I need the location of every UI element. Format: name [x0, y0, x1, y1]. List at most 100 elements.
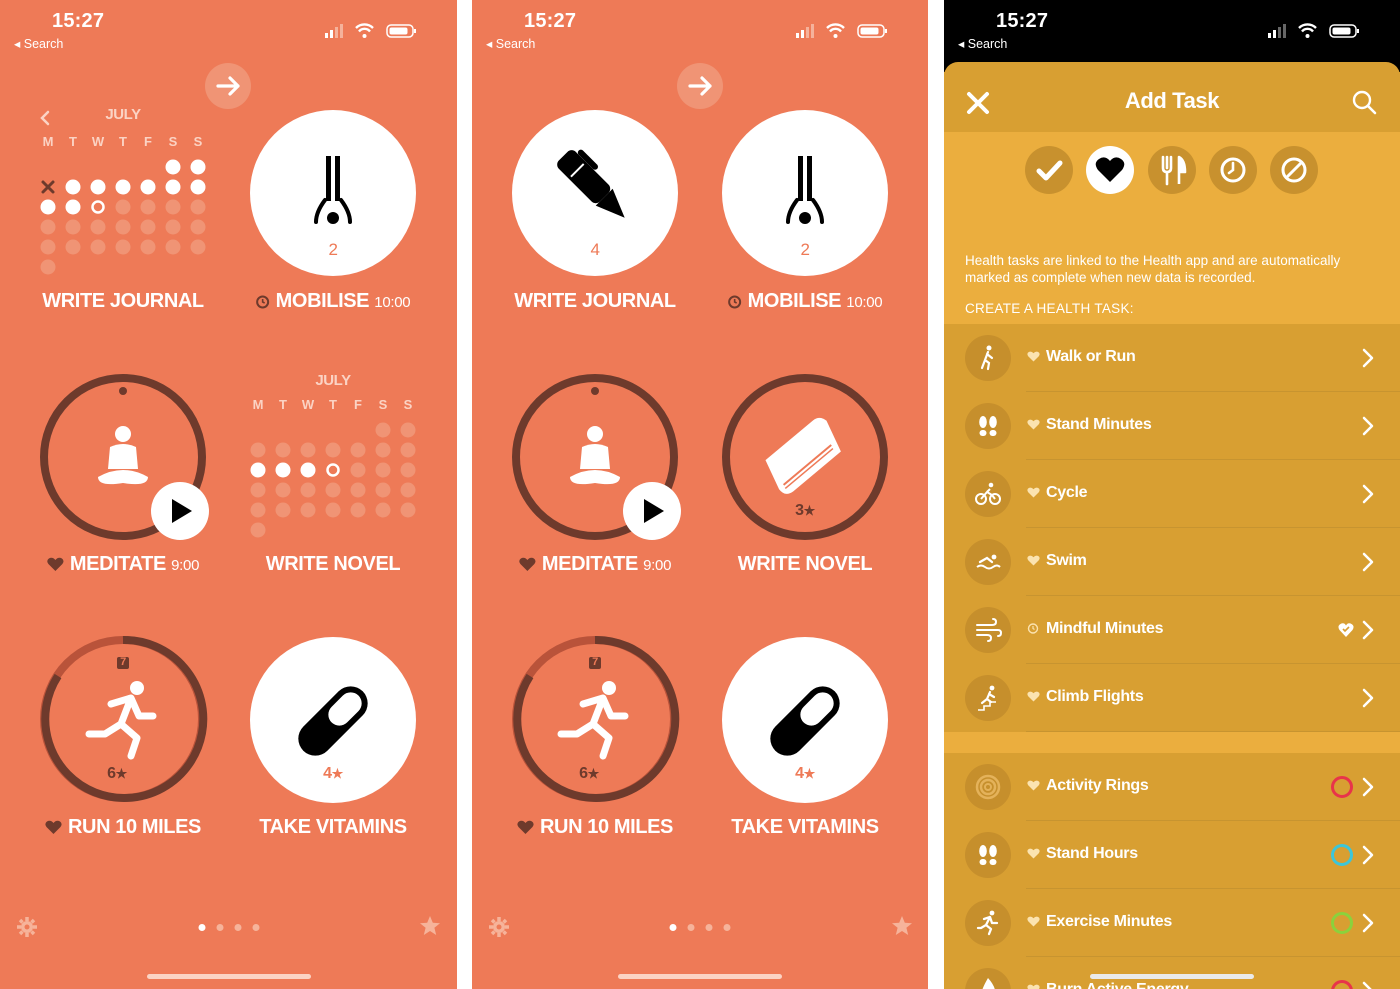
calendar-completed-day[interactable] [40, 199, 56, 215]
calendar-completed-day[interactable] [140, 179, 156, 195]
calendar-day[interactable] [250, 502, 266, 518]
task-row[interactable]: Exercise Minutes [944, 889, 1400, 957]
search-icon[interactable] [1352, 90, 1378, 116]
gear-icon[interactable] [16, 916, 38, 938]
calendar-day[interactable] [65, 239, 81, 255]
category-checkmark[interactable] [1025, 146, 1073, 194]
back-to-search-link[interactable]: ◂ Search [14, 36, 63, 51]
calendar-day[interactable] [140, 239, 156, 255]
calendar-day[interactable] [165, 219, 181, 235]
calendar-day[interactable] [250, 482, 266, 498]
meditate-habit-ring[interactable] [502, 365, 722, 565]
calendar-day[interactable] [375, 502, 391, 518]
calendar-day[interactable] [375, 462, 391, 478]
calendar-write-journal[interactable]: MTWTFSS [0, 100, 230, 390]
calendar-day[interactable] [325, 482, 341, 498]
calendar-day[interactable] [90, 239, 106, 255]
calendar-day[interactable] [375, 422, 391, 438]
calendar-day[interactable] [190, 219, 206, 235]
calendar-today[interactable] [326, 463, 340, 477]
calendar-day[interactable] [115, 219, 131, 235]
run-habit-ring[interactable] [502, 630, 702, 810]
category-health[interactable] [1086, 146, 1134, 194]
calendar-completed-day[interactable] [65, 179, 81, 195]
star-icon[interactable] [890, 914, 914, 938]
calendar-day[interactable] [40, 259, 56, 275]
category-food[interactable] [1148, 146, 1196, 194]
calendar-day[interactable] [115, 199, 131, 215]
calendar-day[interactable] [190, 239, 206, 255]
calendar-completed-day[interactable] [275, 462, 291, 478]
calendar-day[interactable] [400, 422, 416, 438]
calendar-completed-day[interactable] [165, 159, 181, 175]
calendar-day[interactable] [350, 502, 366, 518]
calendar-day[interactable] [325, 442, 341, 458]
missed-day-cross-icon[interactable] [41, 180, 55, 194]
calendar-day[interactable] [40, 219, 56, 235]
calendar-completed-day[interactable] [90, 179, 106, 195]
calendar-day[interactable] [300, 442, 316, 458]
calendar-today[interactable] [91, 200, 105, 214]
calendar-day[interactable] [40, 239, 56, 255]
task-row[interactable]: Stand Minutes [944, 392, 1400, 460]
calendar-day[interactable] [275, 482, 291, 498]
calendar-day[interactable] [300, 502, 316, 518]
page-indicator[interactable] [198, 924, 259, 931]
calendar-day[interactable] [375, 482, 391, 498]
calendar-write-novel[interactable]: MTWTFSS [240, 390, 440, 570]
star-icon[interactable] [418, 914, 442, 938]
task-row[interactable]: Mindful Minutes [944, 596, 1400, 664]
calendar-day[interactable] [90, 219, 106, 235]
task-row[interactable]: Stand Hours [944, 821, 1400, 889]
calendar-completed-day[interactable] [65, 199, 81, 215]
calendar-day[interactable] [65, 219, 81, 235]
mobilise-label: MOBILISE 10:00 [256, 290, 411, 313]
task-row[interactable]: Climb Flights [944, 664, 1400, 732]
calendar-completed-day[interactable] [190, 179, 206, 195]
calendar-completed-day[interactable] [115, 179, 131, 195]
calendar-day[interactable] [400, 462, 416, 478]
run-habit-ring[interactable] [30, 630, 230, 810]
write-novel-habit-ring[interactable] [712, 365, 912, 565]
calendar-day[interactable] [140, 199, 156, 215]
calendar-day[interactable] [350, 482, 366, 498]
calendar-day[interactable] [325, 502, 341, 518]
task-row[interactable]: Activity Rings [944, 753, 1400, 821]
next-arrow-button[interactable] [677, 63, 723, 109]
calendar-day[interactable] [275, 502, 291, 518]
calendar-day[interactable] [400, 502, 416, 518]
calendar-day[interactable] [140, 219, 156, 235]
gear-icon[interactable] [488, 916, 510, 938]
task-row[interactable]: Burn Active Energy [944, 957, 1400, 989]
calendar-day[interactable] [400, 442, 416, 458]
calendar-day[interactable] [190, 199, 206, 215]
calendar-day[interactable] [350, 442, 366, 458]
calendar-day[interactable] [350, 462, 366, 478]
runner-icon [85, 681, 157, 760]
calendar-day[interactable] [115, 239, 131, 255]
calendar-day[interactable] [400, 482, 416, 498]
back-to-search-link[interactable]: ◂ Search [486, 36, 535, 51]
calendar-day[interactable] [375, 442, 391, 458]
calendar-day[interactable] [300, 482, 316, 498]
task-row[interactable]: Swim [944, 528, 1400, 596]
category-timer[interactable] [1209, 146, 1257, 194]
close-icon[interactable] [966, 91, 990, 115]
task-row[interactable]: Walk or Run [944, 324, 1400, 392]
calendar-day[interactable] [250, 522, 266, 538]
calendar-completed-day[interactable] [165, 179, 181, 195]
category-avoid[interactable] [1270, 146, 1318, 194]
calendar-completed-day[interactable] [250, 462, 266, 478]
calendar-completed-day[interactable] [190, 159, 206, 175]
vitamins-count-value: 4 [795, 765, 804, 782]
chevron-right-icon [1362, 913, 1374, 933]
task-row[interactable]: Cycle [944, 460, 1400, 528]
page-indicator[interactable] [669, 924, 731, 931]
back-to-search-link[interactable]: ◂ Search [958, 36, 1007, 51]
calendar-day[interactable] [275, 442, 291, 458]
calendar-day[interactable] [165, 199, 181, 215]
calendar-day[interactable] [250, 442, 266, 458]
calendar-completed-day[interactable] [300, 462, 316, 478]
calendar-day[interactable] [165, 239, 181, 255]
meditate-habit-ring[interactable] [30, 365, 250, 565]
